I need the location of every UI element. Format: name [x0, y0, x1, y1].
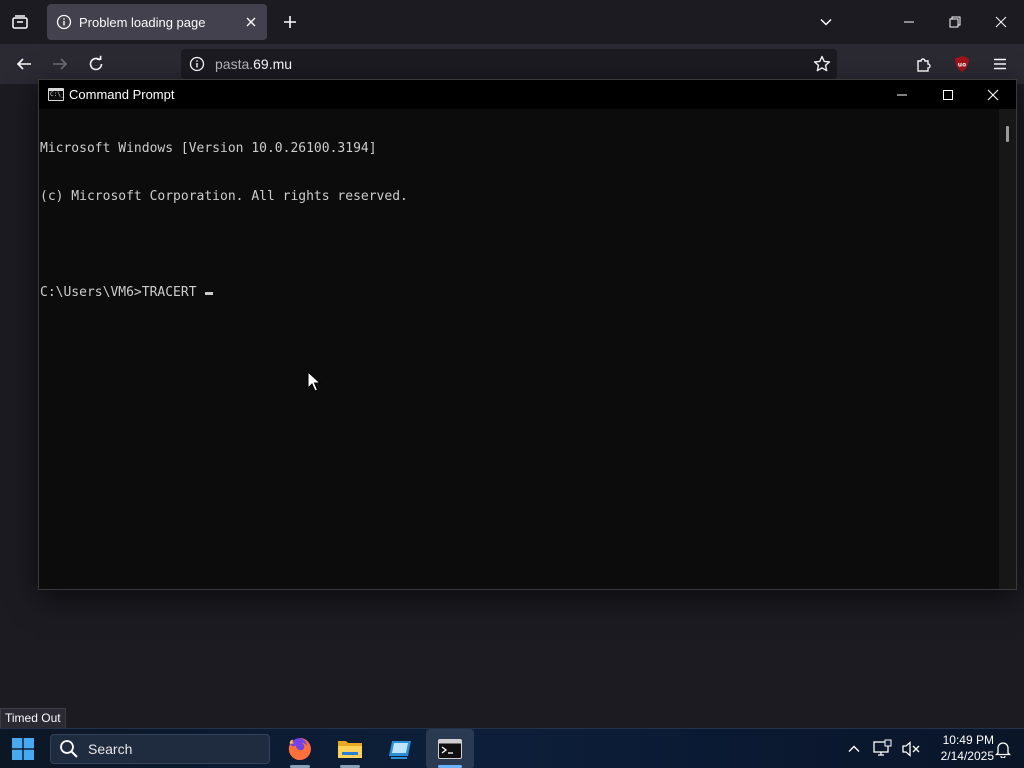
close-icon [987, 89, 999, 100]
bell-icon [994, 742, 1012, 758]
browser-restore-button[interactable] [939, 6, 971, 38]
forward-button[interactable] [46, 50, 74, 78]
browser-minimize-button[interactable] [893, 6, 925, 38]
command-prompt-icon [438, 739, 462, 759]
bookmark-star-icon[interactable] [812, 54, 832, 74]
start-button[interactable] [6, 733, 40, 765]
plus-icon [284, 16, 296, 28]
console-line: Microsoft Windows [Version 10.0.26100.31… [40, 141, 377, 156]
url-domain: 69.mu [253, 56, 293, 72]
windows-logo-icon [12, 738, 34, 760]
chevron-down-icon [820, 18, 832, 26]
tab-close-button[interactable] [241, 12, 261, 32]
ublock-shield-icon: uo [955, 56, 969, 72]
url-bar[interactable]: pasta.69.mu [181, 49, 837, 79]
cmd-maximize-button[interactable] [925, 80, 971, 109]
reload-icon [89, 55, 103, 71]
info-icon [56, 14, 72, 30]
url-prefix: pasta. [215, 56, 254, 72]
extensions-button[interactable] [910, 50, 938, 78]
command-prompt-icon: C:\_ [48, 88, 64, 101]
console-command: C:\Users\VM6>TRACERT [40, 285, 205, 300]
cmd-minimize-button[interactable] [879, 80, 925, 109]
arrow-left-icon [16, 58, 31, 70]
cmd-scrollbar[interactable] [999, 109, 1016, 589]
tab-title: Problem loading page [79, 14, 206, 30]
taskbar-clock[interactable]: 10:49 PM 2/14/2025 [920, 732, 994, 766]
firefox-view-icon [12, 15, 28, 29]
network-icon [873, 739, 892, 756]
notifications-button[interactable] [991, 737, 1015, 761]
taskbar-app-remote-desktop[interactable] [376, 729, 424, 768]
browser-close-button[interactable] [985, 6, 1017, 38]
scrollbar-thumb[interactable] [1006, 126, 1009, 142]
search-icon [59, 739, 79, 759]
restore-icon [949, 16, 961, 28]
ublock-origin-button[interactable]: uo [948, 50, 976, 78]
windows-taskbar: Search 10:49 PM 2/14/2025 [0, 728, 1024, 768]
command-prompt-window[interactable]: C:\_ Command Prompt Microsoft Windows [V… [38, 79, 1017, 590]
minimize-icon [904, 21, 914, 23]
taskbar-app-command-prompt[interactable] [426, 729, 474, 768]
console-line: (c) Microsoft Corporation. All rights re… [40, 189, 408, 204]
cmd-close-button[interactable] [970, 80, 1016, 109]
arrow-right-icon [53, 58, 68, 70]
reload-button[interactable] [82, 50, 110, 78]
cmd-window-title: Command Prompt [69, 87, 175, 102]
show-hidden-icons-button[interactable] [842, 737, 866, 761]
url-text[interactable]: pasta.69.mu [215, 56, 292, 72]
cmd-title-bar[interactable]: C:\_ Command Prompt [39, 80, 1016, 109]
file-explorer-icon [338, 741, 362, 758]
minimize-icon [897, 94, 907, 95]
close-icon [995, 16, 1007, 28]
cmd-console-output[interactable]: Microsoft Windows [Version 10.0.26100.31… [39, 109, 999, 589]
taskbar-search-box[interactable]: Search [50, 734, 270, 764]
chevron-up-icon [848, 745, 860, 752]
app-menu-button[interactable] [986, 50, 1014, 78]
puzzle-piece-icon [917, 58, 931, 72]
back-button[interactable] [10, 50, 38, 78]
mouse-pointer-icon [307, 371, 321, 392]
remote-desktop-icon [389, 741, 411, 759]
browser-tab-bar: Problem loading page [0, 0, 1024, 44]
search-label: Search [88, 741, 133, 757]
status-panel: Timed Out [0, 708, 66, 729]
svg-text:uo: uo [958, 62, 966, 69]
hamburger-menu-icon [994, 58, 1006, 70]
console-prompt-line: C:\Users\VM6>TRACERT [39, 285, 999, 301]
new-tab-button[interactable] [278, 10, 302, 34]
site-info-icon[interactable] [189, 56, 205, 72]
firefox-icon [288, 738, 311, 760]
firefox-view-button[interactable] [6, 8, 34, 36]
list-all-tabs-button[interactable] [810, 6, 842, 38]
maximize-icon [943, 89, 953, 100]
clock-time: 10:49 PM [942, 733, 994, 747]
clock-date: 2/14/2025 [940, 749, 994, 763]
text-cursor [205, 292, 214, 295]
browser-nav-bar: pasta.69.mu uo [0, 44, 1024, 84]
volume-muted-icon [902, 741, 920, 757]
network-tray-button[interactable] [870, 737, 894, 761]
close-icon [246, 17, 256, 27]
tab-problem-loading[interactable]: Problem loading page [47, 4, 267, 40]
taskbar-app-file-explorer[interactable] [326, 729, 374, 768]
taskbar-app-firefox[interactable] [276, 729, 324, 768]
